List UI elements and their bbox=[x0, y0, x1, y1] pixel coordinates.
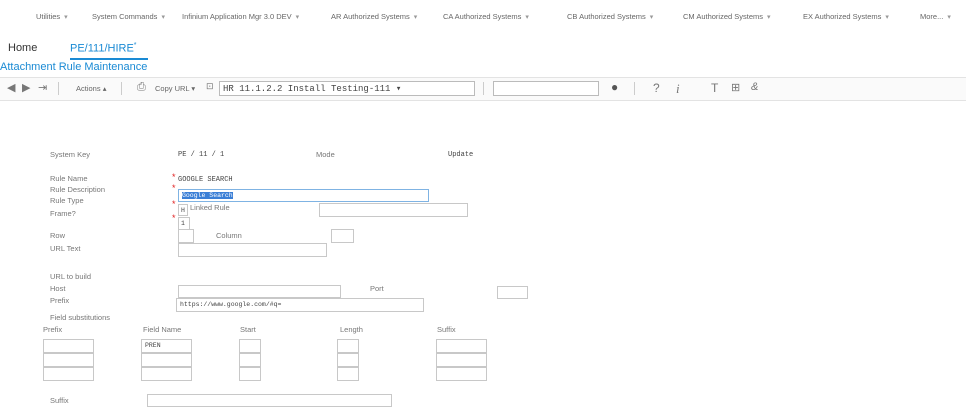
subst-suffix-field[interactable] bbox=[436, 339, 487, 353]
system-key-value: PE / 11 / 1 bbox=[178, 151, 225, 159]
mode-value: Update bbox=[448, 151, 474, 159]
modified-marker: * bbox=[133, 42, 137, 49]
suffix-label: Suffix bbox=[50, 396, 69, 405]
subst-start-field[interactable] bbox=[239, 353, 261, 367]
top-menu-bar: Utilities ▾ System Commands ▾ Infinium App… bbox=[0, 0, 966, 34]
rule-name-value: GOOGLE SEARCH bbox=[178, 176, 233, 184]
subst-field-name-field[interactable] bbox=[141, 353, 192, 367]
active-tab-underline bbox=[70, 58, 148, 60]
chevron-down-icon: ▾ bbox=[413, 14, 418, 21]
subst-field-name-field[interactable]: PREN bbox=[141, 339, 192, 353]
field-substitutions-label: Field substitutions bbox=[50, 313, 111, 322]
port-label: Port bbox=[370, 284, 384, 293]
prefix-field[interactable]: https://www.google.com/#q= bbox=[176, 298, 424, 312]
session-icon: ⊡ bbox=[206, 81, 214, 91]
menu-ca-authorized[interactable]: CA Authorized Systems ▾ bbox=[443, 12, 529, 21]
chevron-down-icon: ▾ bbox=[649, 14, 654, 21]
forward-icon[interactable]: ▶ bbox=[22, 81, 30, 94]
url-text-label: URL Text bbox=[50, 244, 81, 253]
required-marker: * bbox=[172, 172, 176, 182]
menu-more[interactable]: More... ▾ bbox=[920, 12, 951, 21]
back-icon[interactable]: ◀ bbox=[7, 81, 15, 94]
row-label: Row bbox=[50, 231, 66, 240]
prefix-label: Prefix bbox=[50, 296, 70, 305]
col-header-prefix: Prefix bbox=[43, 325, 63, 334]
actions-menu[interactable]: Actions ▴ bbox=[76, 84, 106, 93]
subst-suffix-field[interactable] bbox=[436, 367, 487, 381]
menu-infinium-app-mgr[interactable]: Infinium Application Mgr 3.0 DEV ▾ bbox=[182, 12, 299, 21]
col-header-length: Length bbox=[340, 325, 363, 334]
host-field[interactable] bbox=[178, 285, 341, 298]
subst-length-field[interactable] bbox=[337, 353, 359, 367]
toolbar-divider bbox=[58, 82, 59, 95]
search-go-icon[interactable]: ● bbox=[611, 80, 618, 94]
tab-strip: Home PE/111/HIRE* bbox=[0, 34, 966, 58]
chevron-down-icon: ▾ bbox=[885, 14, 889, 21]
col-header-suffix: Suffix bbox=[437, 325, 456, 334]
required-marker: * bbox=[172, 199, 176, 209]
menu-cm-authorized[interactable]: CM Authorized Systems ▾ bbox=[683, 12, 771, 21]
mode-label: Mode bbox=[316, 150, 335, 159]
toolbar-divider bbox=[483, 82, 484, 95]
rule-description-label: Rule Description bbox=[50, 185, 106, 194]
url-text-field[interactable] bbox=[178, 243, 327, 257]
chevron-down-icon: ▾ bbox=[947, 14, 951, 21]
tab-home[interactable]: Home bbox=[8, 42, 37, 54]
subst-prefix-field[interactable] bbox=[43, 367, 94, 381]
col-header-field-name: Field Name bbox=[143, 325, 182, 334]
rule-name-label: Rule Name bbox=[50, 174, 88, 183]
row-field[interactable] bbox=[178, 229, 194, 243]
column-label: Column bbox=[216, 231, 242, 240]
tab-pe-111-hire[interactable]: PE/111/HIRE* bbox=[70, 42, 137, 55]
subst-field-name-field[interactable] bbox=[141, 367, 192, 381]
subst-prefix-field[interactable] bbox=[43, 339, 94, 353]
linked-rule-field[interactable] bbox=[319, 203, 468, 217]
subst-start-field[interactable] bbox=[239, 339, 261, 353]
page-title: Attachment Rule Maintenance bbox=[0, 61, 148, 73]
chevron-down-icon: ▾ bbox=[161, 14, 165, 21]
session-select[interactable]: HR 11.1.2.2 Install Testing-111 ▾ bbox=[219, 81, 475, 96]
required-marker: * bbox=[172, 213, 176, 223]
required-marker: * bbox=[172, 183, 176, 193]
system-key-label: System Key bbox=[50, 150, 91, 159]
print-icon[interactable]: ⎙ bbox=[137, 81, 146, 94]
subst-start-field[interactable] bbox=[239, 367, 261, 381]
info-icon[interactable]: i bbox=[676, 81, 680, 97]
toolbar-divider bbox=[121, 82, 122, 95]
subst-prefix-field[interactable] bbox=[43, 353, 94, 367]
menu-cb-authorized[interactable]: CB Authorized Systems ▾ bbox=[567, 12, 653, 21]
search-input[interactable] bbox=[493, 81, 599, 96]
menu-ar-authorized[interactable]: AR Authorized Systems ▾ bbox=[331, 12, 417, 21]
port-field[interactable] bbox=[497, 286, 528, 299]
toolbar: ◀ ▶ ⇥ Actions ▴ ⎙ Copy URL ▾ ⊡ HR 11.1.2… bbox=[0, 77, 966, 101]
chevron-down-icon: ▾ bbox=[767, 14, 771, 21]
subst-length-field[interactable] bbox=[337, 367, 359, 381]
subst-length-field[interactable] bbox=[337, 339, 359, 353]
menu-system-commands[interactable]: System Commands ▾ bbox=[92, 12, 165, 21]
host-label: Host bbox=[50, 284, 66, 293]
frame-label: Frame? bbox=[50, 209, 76, 218]
help-icon[interactable]: ? bbox=[653, 81, 660, 95]
col-header-start: Start bbox=[240, 325, 256, 334]
rule-type-field[interactable]: H bbox=[178, 204, 188, 216]
exit-icon[interactable]: ⇥ bbox=[38, 81, 47, 94]
subst-suffix-field[interactable] bbox=[436, 353, 487, 367]
attachment-icon[interactable]: ⊞ bbox=[731, 81, 740, 94]
linked-rule-label: Linked Rule bbox=[190, 203, 230, 212]
toolbar-divider bbox=[634, 82, 635, 95]
column-field[interactable] bbox=[331, 229, 354, 243]
chevron-down-icon: ▾ bbox=[64, 14, 68, 21]
suffix-field[interactable] bbox=[147, 394, 392, 407]
rule-type-label: Rule Type bbox=[50, 196, 84, 205]
chevron-down-icon: ▾ bbox=[525, 14, 529, 21]
link-icon[interactable]: & bbox=[751, 81, 758, 93]
url-to-build-label: URL to build bbox=[50, 272, 91, 281]
menu-utilities[interactable]: Utilities ▾ bbox=[36, 12, 68, 21]
text-icon[interactable]: T bbox=[711, 81, 718, 95]
chevron-down-icon: ▾ bbox=[295, 14, 300, 21]
menu-ex-authorized[interactable]: EX Authorized Systems ▾ bbox=[803, 12, 889, 21]
copy-url-button[interactable]: Copy URL ▾ bbox=[155, 84, 195, 93]
rule-description-field[interactable]: Google Search bbox=[178, 189, 429, 202]
